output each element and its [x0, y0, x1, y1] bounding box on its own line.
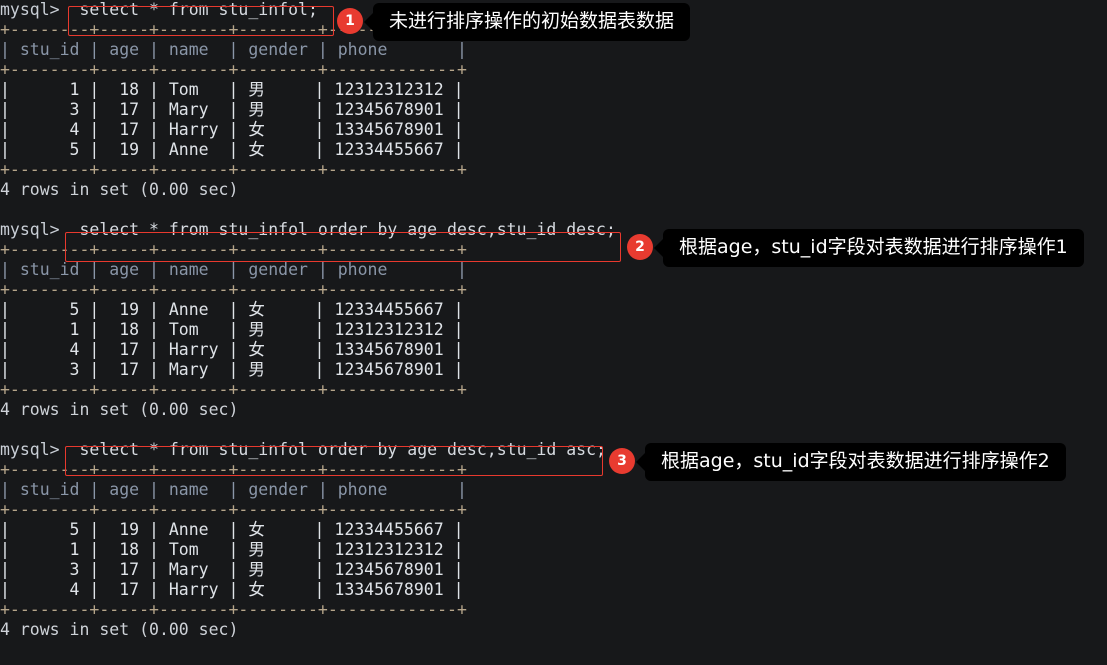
- terminal-line: | 3 | 17 | Mary | 男 | 12345678901 |: [0, 100, 464, 119]
- terminal-line: | 1 | 18 | Tom | 男 | 12312312312 |: [0, 80, 464, 99]
- mysql-prompt: mysql>: [0, 220, 70, 239]
- terminal-line: | 5 | 19 | Anne | 女 | 12334455667 |: [0, 520, 464, 539]
- terminal-line: | stu_id | age | name | gender | phone |: [0, 480, 467, 499]
- terminal-line: | stu_id | age | name | gender | phone |: [0, 260, 467, 279]
- terminal-line: | 5 | 19 | Anne | 女 | 12334455667 |: [0, 140, 464, 159]
- terminal-line: +--------+-----+-------+--------+-------…: [0, 460, 467, 479]
- terminal-line: | 4 | 17 | Harry | 女 | 13345678901 |: [0, 340, 464, 359]
- terminal-line: | stu_id | age | name | gender | phone |: [0, 40, 467, 59]
- annotation-badge-3: 3: [609, 448, 635, 474]
- terminal-line: | 4 | 17 | Harry | 女 | 13345678901 |: [0, 580, 464, 599]
- terminal-line: | 4 | 17 | Harry | 女 | 13345678901 |: [0, 120, 464, 139]
- sql-command-line-2[interactable]: mysql> select * from stu_infol order by …: [0, 220, 620, 240]
- terminal-line: | 1 | 18 | Tom | 男 | 12312312312 |: [0, 320, 464, 339]
- annotation-callout-1: 未进行排序操作的初始数据表数据: [373, 3, 691, 41]
- terminal-line: +--------+-----+-------+--------+-------…: [0, 240, 467, 259]
- terminal-line: +--------+-----+-------+--------+-------…: [0, 500, 467, 519]
- terminal-line: +--------+-----+-------+--------+-------…: [0, 600, 467, 619]
- sql-command-text: select * from stu_infol order by age des…: [69, 220, 616, 239]
- annotation-badge-1: 1: [337, 8, 363, 34]
- terminal-line: | 5 | 19 | Anne | 女 | 12334455667 |: [0, 300, 464, 319]
- sql-command-line-3[interactable]: mysql> select * from stu_infol order by …: [0, 440, 620, 460]
- annotation-callout-3: 根据age，stu_id字段对表数据进行排序操作2: [645, 443, 1066, 481]
- annotation-callout-2: 根据age，stu_id字段对表数据进行排序操作1: [663, 229, 1084, 267]
- terminal-line: +--------+-----+-------+--------+-------…: [0, 60, 467, 79]
- sql-command-text: select * from stu_infol order by age des…: [69, 440, 606, 459]
- terminal-line: +--------+-----+-------+--------+-------…: [0, 280, 467, 299]
- sql-command-text: select * from stu_infol;: [69, 0, 318, 19]
- terminal-line: 4 rows in set (0.00 sec): [0, 180, 239, 199]
- terminal-line: | 3 | 17 | Mary | 男 | 12345678901 |: [0, 560, 464, 579]
- terminal-line: +--------+-----+-------+--------+-------…: [0, 380, 467, 399]
- terminal-line: | 1 | 18 | Tom | 男 | 12312312312 |: [0, 540, 464, 559]
- terminal-line: +--------+-----+-------+--------+-------…: [0, 160, 467, 179]
- mysql-prompt: mysql>: [0, 440, 70, 459]
- annotation-badge-2: 2: [627, 234, 653, 260]
- terminal-screen: mysql> select * from stu_infol; +--------…: [0, 0, 1107, 665]
- terminal-line: 4 rows in set (0.00 sec): [0, 400, 239, 419]
- terminal-output: mysql> select * from stu_infol; +--------…: [0, 0, 620, 640]
- terminal-line: 4 rows in set (0.00 sec): [0, 620, 239, 639]
- mysql-prompt: mysql>: [0, 0, 70, 19]
- terminal-line: | 3 | 17 | Mary | 男 | 12345678901 |: [0, 360, 464, 379]
